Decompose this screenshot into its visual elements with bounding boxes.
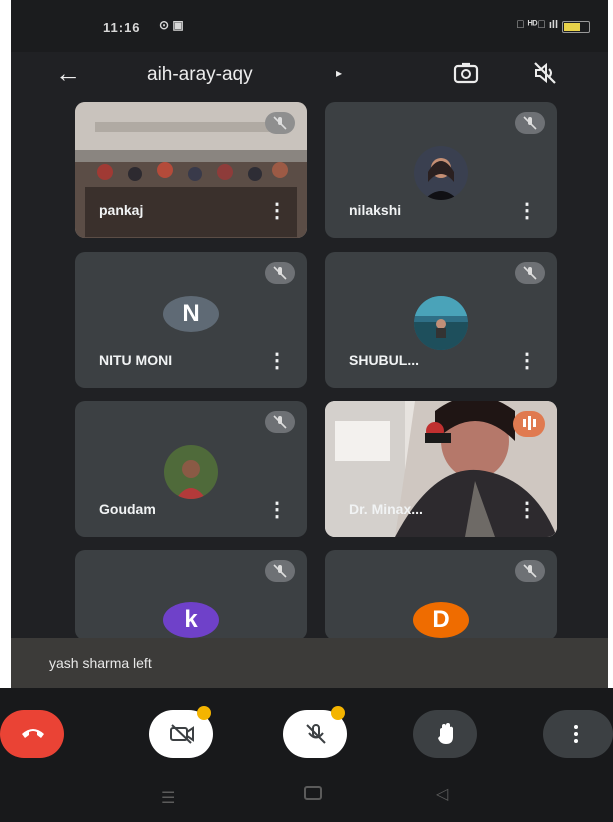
avatar	[414, 296, 468, 350]
notification-dot	[197, 706, 211, 720]
participant-name: nilakshi	[349, 202, 402, 218]
arrow-left-icon[interactable]: ←	[53, 58, 83, 88]
more-vert-icon[interactable]: ⋮	[267, 200, 287, 222]
more-vert-icon[interactable]: ⋮	[517, 350, 537, 372]
system-nav-bar: ☰ ◁	[0, 780, 613, 822]
switch-camera-icon[interactable]	[451, 58, 481, 88]
mic-off-badge	[265, 112, 295, 134]
more-vert-icon	[574, 725, 578, 743]
avatar	[164, 445, 218, 499]
mic-off-badge	[265, 560, 295, 582]
status-bar: 11:16 ⊙ ▣ ⧈ ᴴᴰ᳟ ıll	[11, 0, 608, 52]
participant-name: Dr. Minax...	[349, 501, 423, 517]
avatar: k	[163, 602, 219, 638]
raise-hand-icon	[438, 723, 453, 744]
meeting-code[interactable]: aih-aray-aqy	[147, 64, 253, 86]
avatar: N	[163, 296, 219, 332]
chevron-right-icon[interactable]: ▸	[336, 66, 342, 80]
mic-off-badge	[265, 411, 295, 433]
camera-toggle-button[interactable]	[149, 706, 213, 758]
toast-message: yash sharma left	[49, 655, 152, 671]
participant-name: Goudam	[99, 501, 156, 517]
more-vert-icon[interactable]: ⋮	[517, 200, 537, 222]
more-vert-icon[interactable]: ⋮	[517, 499, 537, 521]
speaking-indicator	[513, 411, 545, 437]
participant-tile[interactable]: pankaj ⋮	[75, 102, 307, 238]
participant-name: NITU MONI	[99, 352, 173, 368]
participant-name: SHUBUL...	[349, 352, 419, 368]
notification-dot	[331, 706, 345, 720]
more-vert-icon[interactable]: ⋮	[267, 350, 287, 372]
battery-icon	[562, 21, 590, 33]
mic-toggle-button[interactable]	[283, 706, 347, 758]
participant-tile[interactable]: Goudam ⋮	[75, 401, 307, 537]
avatar	[414, 146, 468, 200]
participant-tile[interactable]: nilakshi ⋮	[325, 102, 557, 238]
status-icons: ⊙ ▣	[159, 18, 184, 32]
end-call-button[interactable]	[0, 710, 64, 758]
status-time: 11:16	[103, 20, 141, 35]
mic-off-badge	[515, 560, 545, 582]
mic-off-badge	[265, 262, 295, 284]
participant-tile[interactable]: D	[325, 550, 557, 640]
avatar: D	[413, 602, 469, 638]
participant-tile[interactable]: SHUBUL... ⋮	[325, 252, 557, 388]
mic-off-icon	[306, 724, 326, 744]
participant-tile[interactable]: k	[75, 550, 307, 640]
more-options-button[interactable]	[543, 710, 613, 758]
back-icon[interactable]: ◁	[436, 784, 448, 804]
participant-name: pankaj	[99, 202, 144, 218]
more-vert-icon[interactable]: ⋮	[267, 499, 287, 521]
mic-off-badge	[515, 262, 545, 284]
menu-icon[interactable]: ☰	[161, 788, 175, 808]
raise-hand-button[interactable]	[413, 710, 477, 758]
end-call-icon	[22, 729, 44, 738]
camera-off-icon	[170, 724, 194, 744]
home-icon[interactable]	[304, 786, 322, 800]
speaker-off-icon[interactable]	[530, 58, 560, 88]
participant-tile[interactable]: Dr. Minax... ⋮	[325, 401, 557, 537]
signal-icon: ⧈ ᴴᴰ᳟ ıll	[516, 19, 558, 31]
call-controls: ☰ ◁	[0, 688, 613, 822]
mic-off-badge	[515, 112, 545, 134]
participant-tile[interactable]: N NITU MONI ⋮	[75, 252, 307, 388]
meeting-header: ← aih-aray-aqy ▸	[11, 52, 608, 96]
notification-toast: yash sharma left	[11, 638, 608, 688]
